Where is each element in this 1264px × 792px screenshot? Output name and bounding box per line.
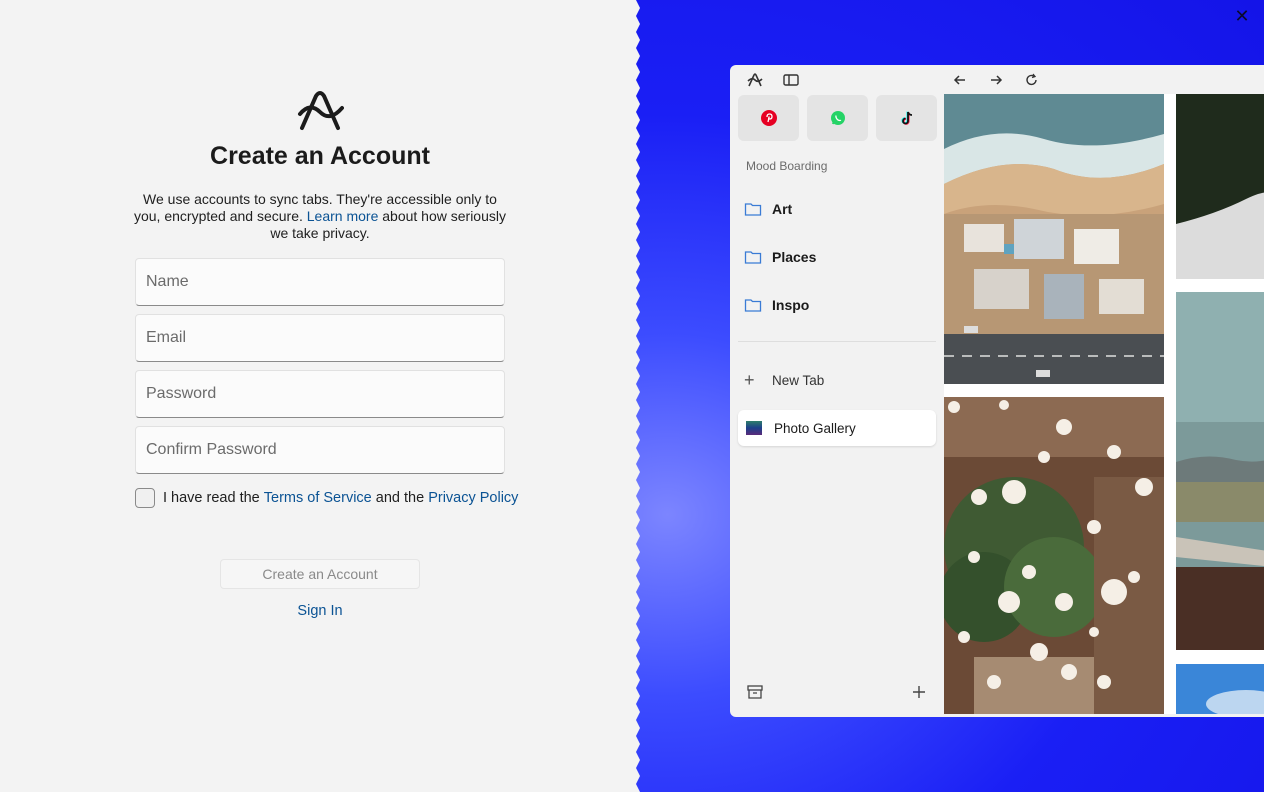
privacy-policy-link[interactable]: Privacy Policy — [428, 490, 518, 506]
tab-photo-gallery[interactable]: Photo Gallery — [738, 410, 936, 446]
photo-lights-cafe[interactable] — [944, 397, 1164, 714]
new-tab-button[interactable]: + New Tab — [744, 371, 824, 389]
pinterest-icon — [760, 110, 777, 126]
pinned-tab-whatsapp[interactable] — [807, 95, 868, 141]
folder-places[interactable]: Places — [744, 246, 816, 268]
torn-edge-divider — [632, 0, 640, 792]
email-input[interactable] — [136, 315, 504, 361]
folder-icon — [744, 203, 762, 216]
folder-label: Inspo — [772, 297, 810, 313]
folder-label: Places — [772, 249, 817, 265]
name-input[interactable] — [136, 259, 504, 305]
signup-panel: Create an Account We use accounts to syn… — [0, 0, 640, 792]
photo-blue-sky[interactable] — [1176, 664, 1264, 714]
signup-description: We use accounts to sync tabs. They're ac… — [130, 191, 510, 242]
terms-of-service-link[interactable]: Terms of Service — [264, 490, 372, 506]
plus-icon: + — [744, 370, 755, 390]
page-title: Create an Account — [210, 142, 430, 170]
sign-in-link[interactable]: Sign In — [0, 603, 640, 619]
learn-more-link[interactable]: Learn more — [307, 208, 379, 224]
new-tab-label: New Tab — [772, 372, 825, 388]
sidebar-toggle-icon[interactable] — [782, 72, 800, 88]
pinned-tabs — [738, 95, 937, 141]
photo-desert-deck[interactable] — [1176, 292, 1264, 650]
photo-gallery-favicon-icon — [746, 421, 762, 435]
arc-logo — [298, 91, 344, 130]
browser-preview-window: Mood Boarding Art Places Inspo + New Tab… — [730, 65, 1264, 717]
terms-checkbox[interactable] — [135, 487, 155, 508]
sidebar-divider — [738, 341, 936, 342]
name-field[interactable] — [135, 258, 505, 306]
folder-icon — [744, 299, 762, 312]
folder-inspo[interactable]: Inspo — [744, 294, 809, 316]
web-content-photo-gallery — [944, 94, 1264, 714]
confirm-password-field[interactable] — [135, 426, 505, 474]
forward-arrow-icon[interactable] — [987, 72, 1005, 88]
email-field[interactable] — [135, 314, 505, 362]
confirm-password-input[interactable] — [136, 427, 504, 473]
terms-prefix: I have read the — [163, 489, 264, 506]
archive-icon[interactable] — [746, 683, 764, 701]
password-input[interactable] — [136, 371, 504, 417]
whatsapp-icon — [830, 111, 845, 125]
space-label: Mood Boarding — [746, 159, 828, 173]
terms-row: I have read the Terms of Service and the… — [135, 487, 518, 508]
folder-label: Art — [772, 201, 793, 217]
photo-snow-forest[interactable] — [1176, 94, 1264, 279]
tab-label: Photo Gallery — [774, 420, 856, 436]
tiktok-icon — [900, 111, 912, 125]
create-account-button[interactable]: Create an Account — [220, 559, 420, 589]
terms-mid: and the — [371, 489, 429, 506]
reload-icon[interactable] — [1023, 72, 1041, 88]
password-field[interactable] — [135, 370, 505, 418]
pinned-tab-pinterest[interactable] — [738, 95, 799, 141]
photo-beach-aerial[interactable] — [944, 94, 1164, 384]
folder-art[interactable]: Art — [744, 198, 792, 220]
back-arrow-icon[interactable] — [951, 72, 969, 88]
close-icon[interactable]: ✕ — [1232, 6, 1252, 26]
add-icon[interactable] — [910, 683, 928, 701]
folder-icon — [744, 251, 762, 264]
arc-menu-icon[interactable] — [746, 72, 764, 88]
pinned-tab-tiktok[interactable] — [876, 95, 937, 141]
